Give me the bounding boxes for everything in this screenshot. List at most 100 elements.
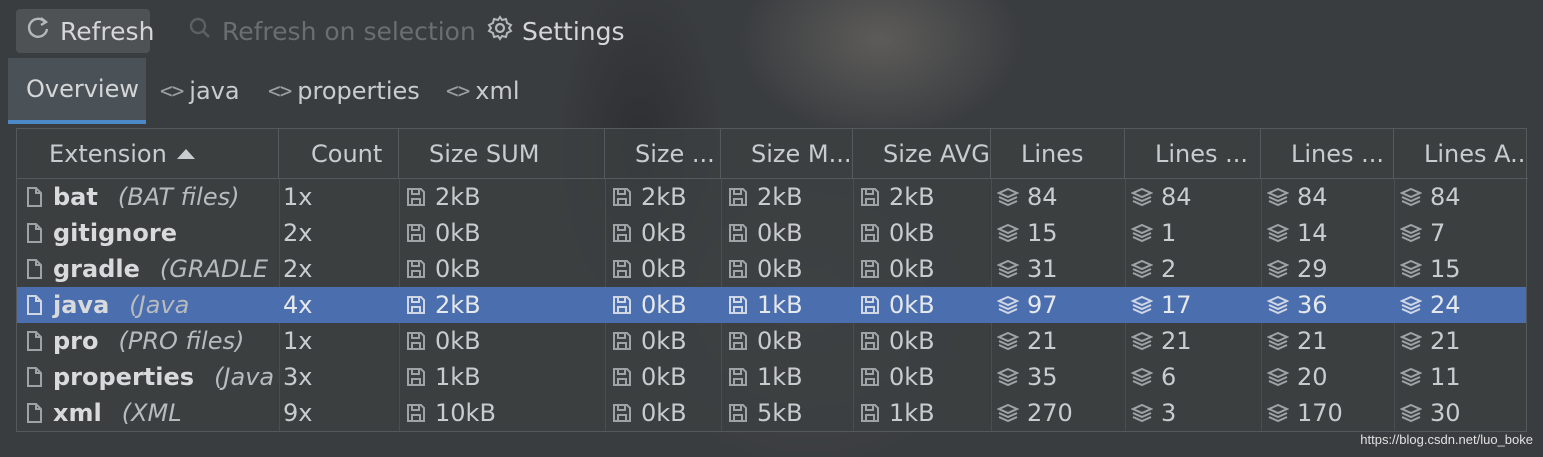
tab-java[interactable]: <> java bbox=[160, 58, 240, 124]
table-header: Extension Count Size SUM Size ... Size M… bbox=[17, 129, 1528, 179]
layers-icon bbox=[1131, 222, 1161, 244]
lines-max-cell: 21 bbox=[1267, 323, 1394, 359]
cell-value: 3x bbox=[283, 363, 313, 391]
column-header-size-min[interactable]: Size ... bbox=[605, 129, 721, 178]
cell-value: 2x bbox=[283, 255, 313, 283]
size-max-cell: 1kB bbox=[727, 287, 853, 323]
save-icon bbox=[611, 222, 641, 244]
save-icon bbox=[859, 402, 889, 424]
cell-value: 6 bbox=[1161, 363, 1177, 391]
cell-value: 84 bbox=[1027, 183, 1058, 211]
column-header-lines-min[interactable]: Lines ... bbox=[1125, 129, 1261, 178]
size-min-cell: 0kB bbox=[611, 323, 721, 359]
column-header-lines-max[interactable]: Lines ... bbox=[1261, 129, 1394, 178]
extension-cell: gitignore bbox=[23, 215, 277, 251]
gear-icon bbox=[486, 14, 514, 48]
save-icon bbox=[859, 366, 889, 388]
tab-xml[interactable]: <> xml bbox=[446, 58, 520, 124]
cell-value: 2 bbox=[1161, 255, 1177, 283]
column-header-lines[interactable]: Lines bbox=[991, 129, 1125, 178]
cell-value: 10kB bbox=[435, 399, 496, 427]
extension-cell: bat (BAT files) bbox=[23, 179, 277, 215]
save-icon bbox=[859, 222, 889, 244]
column-header-label: Size AVG bbox=[883, 139, 990, 168]
table-row[interactable]: gitignore 2x 0kB 0kB 0kB 0kB 15 1 14 7 bbox=[17, 215, 1526, 251]
column-header-size-avg[interactable]: Size AVG bbox=[853, 129, 991, 178]
column-header-count[interactable]: Count bbox=[279, 129, 399, 178]
cell-value: 0kB bbox=[889, 363, 935, 391]
refresh-on-selection-button[interactable]: Refresh on selection bbox=[178, 9, 484, 53]
tab-label: Overview bbox=[26, 75, 139, 103]
save-icon bbox=[727, 258, 757, 280]
lines-avg-cell: 21 bbox=[1400, 323, 1526, 359]
cell-value: 1x bbox=[283, 183, 313, 211]
column-header-label: Count bbox=[311, 139, 383, 168]
file-icon bbox=[23, 186, 53, 208]
column-header-label: Size ... bbox=[635, 139, 715, 168]
size-min-cell: 0kB bbox=[611, 251, 721, 287]
cell-value: 21 bbox=[1027, 327, 1058, 355]
layers-icon bbox=[1267, 330, 1297, 352]
cell-value: 36 bbox=[1297, 291, 1328, 319]
save-icon bbox=[405, 186, 435, 208]
column-header-label: Lines A... bbox=[1424, 139, 1526, 168]
size-max-cell: 5kB bbox=[727, 395, 853, 431]
layers-icon bbox=[997, 330, 1027, 352]
extension-name: xml bbox=[53, 399, 102, 427]
column-header-label: Size M... bbox=[751, 139, 852, 168]
size-sum-cell: 2kB bbox=[405, 179, 605, 215]
table-row[interactable]: bat (BAT files) 1x 2kB 2kB 2kB 2kB 84 84 84 84 bbox=[17, 179, 1526, 215]
table-row[interactable]: gradle (GRADLE 2x 0kB 0kB 0kB 0kB 31 2 29 15 bbox=[17, 251, 1526, 287]
column-header-size-sum[interactable]: Size SUM bbox=[399, 129, 605, 178]
cell-value: 0kB bbox=[757, 327, 803, 355]
size-avg-cell: 0kB bbox=[859, 323, 991, 359]
file-icon bbox=[23, 366, 53, 388]
cell-value: 14 bbox=[1297, 219, 1328, 247]
lines-min-cell: 21 bbox=[1131, 323, 1261, 359]
extension-name: pro bbox=[53, 327, 99, 355]
save-icon bbox=[727, 366, 757, 388]
column-header-extension[interactable]: Extension bbox=[17, 129, 279, 178]
column-header-size-max[interactable]: Size M... bbox=[721, 129, 853, 178]
size-max-cell: 1kB bbox=[727, 359, 853, 395]
count-cell: 1x bbox=[283, 179, 399, 215]
table-row[interactable]: java (Java 4x 2kB 0kB 1kB 0kB 97 17 36 24 bbox=[17, 287, 1526, 323]
save-icon bbox=[859, 294, 889, 316]
lines-cell: 15 bbox=[997, 215, 1125, 251]
extension-description: (GRADLE bbox=[159, 255, 268, 283]
cell-value: 17 bbox=[1161, 291, 1192, 319]
table-row[interactable]: xml (XML 9x 10kB 0kB 5kB 1kB 270 3 170 30 bbox=[17, 395, 1526, 431]
cell-value: 84 bbox=[1297, 183, 1328, 211]
code-icon: <> bbox=[446, 79, 470, 103]
layers-icon bbox=[997, 222, 1027, 244]
cell-value: 20 bbox=[1297, 363, 1328, 391]
lines-min-cell: 84 bbox=[1131, 179, 1261, 215]
save-icon bbox=[611, 366, 641, 388]
extension-cell: java (Java bbox=[23, 287, 277, 323]
cell-value: 21 bbox=[1161, 327, 1192, 355]
save-icon bbox=[405, 258, 435, 280]
column-header-lines-avg[interactable]: Lines A... bbox=[1394, 129, 1526, 178]
refresh-button[interactable]: Refresh bbox=[16, 9, 154, 53]
statistics-table: Extension Count Size SUM Size ... Size M… bbox=[16, 128, 1528, 432]
lines-min-cell: 1 bbox=[1131, 215, 1261, 251]
file-icon bbox=[23, 330, 53, 352]
cell-value: 0kB bbox=[757, 219, 803, 247]
cell-value: 0kB bbox=[435, 255, 481, 283]
lines-max-cell: 14 bbox=[1267, 215, 1394, 251]
count-cell: 3x bbox=[283, 359, 399, 395]
count-cell: 2x bbox=[283, 215, 399, 251]
tab-properties[interactable]: <> properties bbox=[268, 58, 420, 124]
lines-cell: 35 bbox=[997, 359, 1125, 395]
table-row[interactable]: pro (PRO files) 1x 0kB 0kB 0kB 0kB 21 21 21 21 bbox=[17, 323, 1526, 359]
table-row[interactable]: properties (Java 3x 1kB 0kB 1kB 0kB 35 6 20 11 bbox=[17, 359, 1526, 395]
tab-label: java bbox=[189, 77, 240, 105]
cell-value: 3 bbox=[1161, 399, 1177, 427]
save-icon bbox=[611, 258, 641, 280]
cell-value: 1kB bbox=[889, 399, 935, 427]
tab-overview[interactable]: Overview bbox=[8, 58, 146, 124]
settings-button[interactable]: Settings bbox=[478, 9, 633, 53]
cell-value: 1kB bbox=[757, 363, 803, 391]
save-icon bbox=[727, 222, 757, 244]
cell-value: 21 bbox=[1430, 327, 1461, 355]
